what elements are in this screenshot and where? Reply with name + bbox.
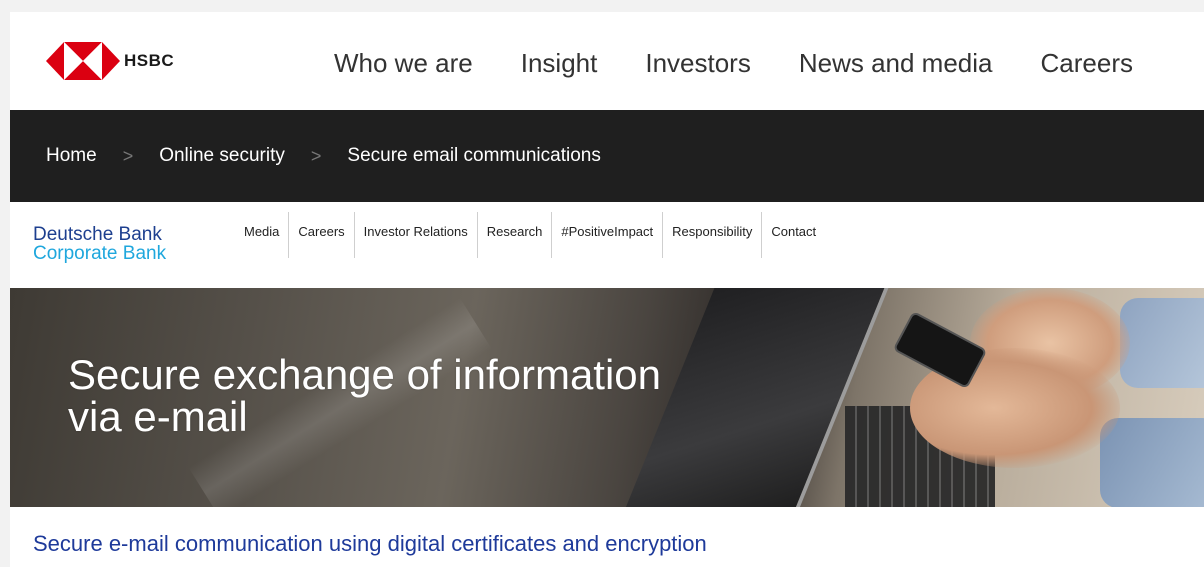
- breadcrumb-current-page: Secure email communications: [347, 145, 601, 166]
- deutsche-bank-logo[interactable]: Deutsche Bank Corporate Bank: [33, 225, 166, 263]
- hsbc-hexagon-icon: [46, 42, 120, 80]
- hero-title-line: via e-mail: [68, 393, 248, 440]
- nav-careers[interactable]: Careers: [1041, 48, 1133, 79]
- sleeve-image: [1120, 298, 1204, 388]
- db-nav-investor-relations[interactable]: Investor Relations: [353, 212, 477, 258]
- hero-title: Secure exchange of information via e-mai…: [68, 354, 661, 438]
- nav-insight[interactable]: Insight: [521, 48, 598, 79]
- hero-title-line: Secure exchange of information: [68, 351, 662, 398]
- sleeve-image: [1100, 418, 1204, 507]
- brand-name: Deutsche Bank: [33, 224, 162, 245]
- page-subheading: Secure e-mail communication using digita…: [33, 531, 707, 556]
- db-nav-careers[interactable]: Careers: [288, 212, 353, 258]
- breadcrumb-separator-icon: >: [122, 145, 134, 166]
- breadcrumb: Home > Online security > Secure email co…: [10, 110, 1204, 202]
- hero-banner: Secure exchange of information via e-mai…: [10, 288, 1204, 507]
- nav-investors[interactable]: Investors: [645, 48, 751, 79]
- nav-who-we-are[interactable]: Who we are: [334, 48, 473, 79]
- breadcrumb-home[interactable]: Home: [46, 145, 97, 167]
- deutsche-bank-nav: Media Careers Investor Relations Researc…: [240, 212, 825, 258]
- breadcrumb-separator-icon: >: [310, 145, 322, 166]
- db-nav-responsibility[interactable]: Responsibility: [662, 212, 761, 258]
- brand-division: Corporate Bank: [33, 243, 167, 264]
- db-nav-media[interactable]: Media: [240, 212, 288, 258]
- nav-news-and-media[interactable]: News and media: [799, 48, 993, 79]
- hsbc-header: HSBC Who we are Insight Investors News a…: [10, 12, 1204, 110]
- breadcrumb-online-security[interactable]: Online security: [159, 145, 285, 167]
- hsbc-logo-text: HSBC: [124, 51, 175, 70]
- hsbc-logo[interactable]: HSBC: [46, 42, 174, 80]
- db-nav-contact[interactable]: Contact: [761, 212, 825, 258]
- screenshot-frame: HSBC Who we are Insight Investors News a…: [10, 12, 1204, 567]
- db-nav-positive-impact[interactable]: #PositiveImpact: [551, 212, 662, 258]
- deutsche-bank-header: Deutsche Bank Corporate Bank Media Caree…: [10, 202, 1204, 288]
- db-nav-research[interactable]: Research: [476, 212, 552, 258]
- hsbc-main-nav: Who we are Insight Investors News and me…: [334, 48, 1181, 79]
